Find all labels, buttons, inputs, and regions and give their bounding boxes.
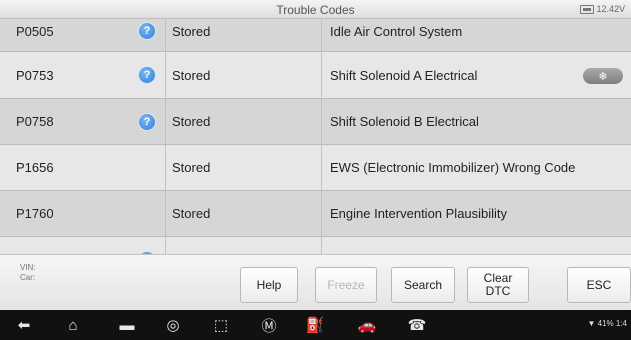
recent-apps-icon[interactable]: ▬: [118, 316, 136, 334]
search-button[interactable]: Search: [391, 267, 455, 303]
home-icon[interactable]: ⌂: [64, 316, 82, 334]
dtc-code: P0758: [16, 114, 54, 129]
car-label: Car:: [20, 273, 36, 282]
dtc-status: Stored: [172, 160, 211, 175]
trouble-codes-table: P0505? Stored Idle Air Control System P0753…: [0, 19, 631, 254]
remote-icon[interactable]: ☎: [408, 316, 427, 334]
table-row[interactable]: ?: [0, 237, 631, 254]
help-button[interactable]: Help: [240, 267, 298, 303]
column-divider: [321, 52, 322, 98]
screen: Trouble Codes 12.42V P0505? Stored Idle Ai…: [0, 0, 631, 340]
dtc-code: P0753: [16, 67, 54, 83]
info-cell: [132, 191, 162, 236]
dtc-description: Idle Air Control System: [330, 23, 463, 39]
dtc-description: [330, 237, 610, 254]
android-nav-bar: ⬅ ⌂ ▬ ◎ ⬚ Ⓜ ⛽ 🚗 ☎ ▼ 41% 1:4: [0, 310, 631, 340]
dtc-code: P1656: [16, 160, 54, 175]
table-row[interactable]: P0758? Stored Shift Solenoid B Electrical: [0, 99, 631, 145]
car-icon[interactable]: 🚗: [358, 316, 377, 334]
page-title: Trouble Codes: [276, 3, 355, 17]
info-cell: ?: [132, 237, 162, 254]
back-icon[interactable]: ⬅: [15, 316, 33, 334]
browser-icon[interactable]: ◎: [164, 316, 182, 334]
dtc-status: [172, 237, 312, 254]
column-divider: [165, 237, 166, 254]
dtc-code: [16, 237, 126, 254]
title-bar: Trouble Codes 12.42V: [0, 0, 631, 19]
dtc-description: Engine Intervention Plausibility: [330, 206, 508, 221]
info-cell: ?: [132, 52, 162, 98]
clear-dtc-button[interactable]: Clear DTC: [467, 267, 529, 303]
table-row[interactable]: P1656 Stored EWS (Electronic Immobilizer) …: [0, 145, 631, 191]
vehicle-icon[interactable]: ⛽: [306, 316, 325, 334]
help-info-icon[interactable]: ?: [139, 113, 155, 130]
info-cell: ?: [132, 99, 162, 144]
dtc-status: Stored: [172, 114, 211, 129]
dtc-status: Stored: [172, 206, 211, 221]
wifi-icon: ▼: [587, 319, 596, 328]
connect-icon[interactable]: ⬚: [212, 316, 230, 334]
dtc-description: Shift Solenoid B Electrical: [330, 114, 479, 129]
clear-dtc-label-line2: DTC: [485, 284, 511, 298]
column-divider: [321, 145, 322, 190]
column-divider: [321, 191, 322, 236]
help-info-icon[interactable]: ?: [139, 23, 155, 39]
maxisys-home-icon[interactable]: Ⓜ: [260, 316, 278, 335]
help-info-icon[interactable]: ?: [139, 67, 155, 83]
battery-indicator: 12.42V: [580, 4, 625, 15]
battery-percent: 41%: [597, 319, 614, 328]
snowflake-icon[interactable]: ❄: [583, 68, 623, 84]
column-divider: [165, 52, 166, 98]
vin-label: VIN:: [20, 263, 36, 272]
info-cell: ?: [132, 19, 162, 51]
vehicle-info: VIN: Car:: [20, 263, 36, 283]
info-cell: [132, 145, 162, 190]
table-row[interactable]: P0505? Stored Idle Air Control System: [0, 19, 631, 52]
dtc-code: P1760: [16, 206, 54, 221]
dtc-code: P0505: [16, 23, 54, 39]
battery-voltage: 12.42V: [596, 4, 625, 14]
status-area: ▼ 41% 1:4: [587, 319, 627, 328]
dtc-status: Stored: [172, 23, 211, 39]
esc-button[interactable]: ESC: [567, 267, 631, 303]
dtc-description: Shift Solenoid A Electrical: [330, 67, 478, 83]
column-divider: [321, 99, 322, 144]
column-divider: [165, 99, 166, 144]
column-divider: [165, 19, 166, 51]
column-divider: [165, 145, 166, 190]
table-row[interactable]: P0753? Stored Shift Solenoid A Electrical ❄: [0, 52, 631, 99]
column-divider: [321, 237, 322, 254]
dtc-status: Stored: [172, 67, 211, 83]
column-divider: [321, 19, 322, 51]
column-divider: [165, 191, 166, 236]
table-row[interactable]: P1760 Stored Engine Intervention Plausibil…: [0, 191, 631, 237]
battery-icon: [580, 5, 595, 15]
dtc-description: EWS (Electronic Immobilizer) Wrong Code: [330, 160, 576, 175]
bottom-toolbar: VIN: Car: Help Freeze Search Clear DTC E…: [0, 254, 631, 310]
freeze-button[interactable]: Freeze: [315, 267, 377, 303]
clock: 1:4: [615, 319, 627, 328]
